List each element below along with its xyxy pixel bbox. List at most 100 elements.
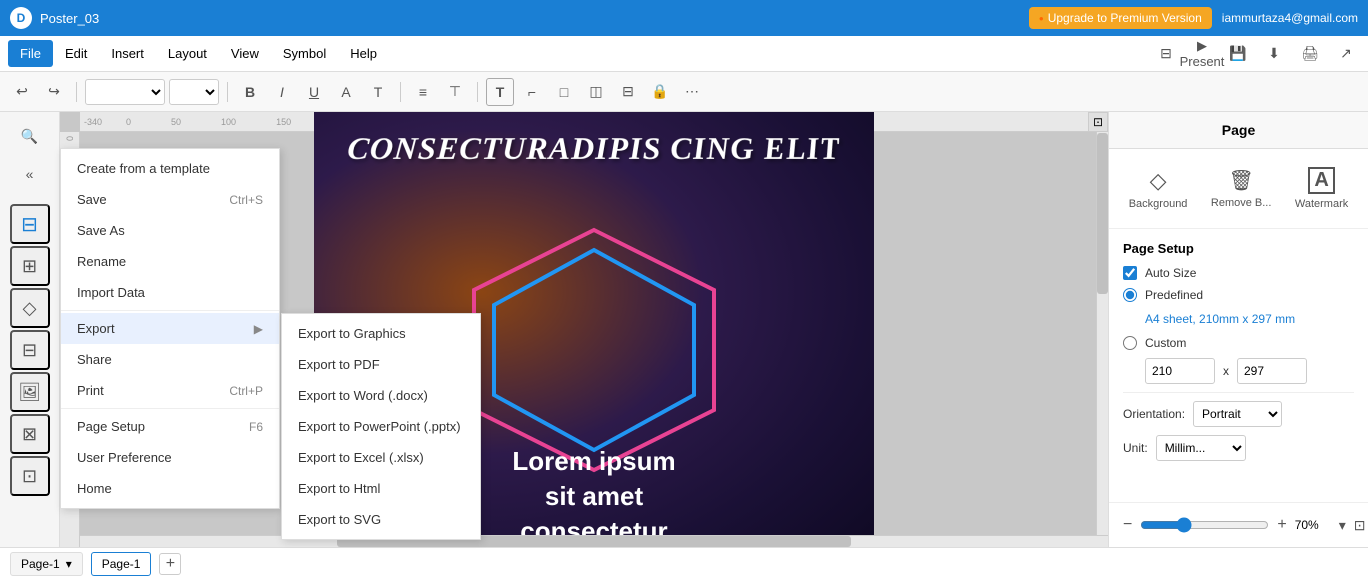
poster-title: CONSECTURADIPIS CING ELIT: [314, 130, 874, 166]
font-color-button[interactable]: A: [332, 78, 360, 106]
layers-sidebar-icon[interactable]: ⊟: [10, 204, 50, 244]
unit-select[interactable]: Millim... Inches Pixels: [1156, 435, 1246, 461]
connect-sidebar-icon[interactable]: ⊠: [10, 414, 50, 454]
fullscreen-button[interactable]: ⊡: [1354, 511, 1366, 539]
crop-tool-button[interactable]: ⌐: [518, 78, 546, 106]
text-tool-button[interactable]: T: [486, 78, 514, 106]
file-menu-home[interactable]: Home: [61, 473, 279, 504]
export-submenu: Export to Graphics Export to PDF Export …: [281, 313, 481, 540]
print-icon[interactable]: 🖨: [1296, 40, 1324, 68]
zoom-dropdown-button[interactable]: ▾: [1339, 511, 1346, 539]
share-icon[interactable]: ↗: [1332, 40, 1360, 68]
present-button[interactable]: ▶ Present: [1188, 40, 1216, 68]
font-size-select[interactable]: [169, 79, 219, 105]
file-menu-save-as[interactable]: Save As: [61, 215, 279, 246]
align-left-button[interactable]: ≡: [409, 78, 437, 106]
file-menu-page-setup[interactable]: Page Setup F6: [61, 411, 279, 442]
group-sidebar-icon[interactable]: ⊡: [10, 456, 50, 496]
scroll-thumb-v: [1097, 133, 1108, 294]
menu-symbol[interactable]: Symbol: [271, 40, 338, 67]
file-menu-print[interactable]: Print Ctrl+P: [61, 375, 279, 406]
more-button[interactable]: ⋯: [678, 78, 706, 106]
toolbar: ↩ ↪ B I U A T ≡ ⊤ T ⌐ □ ◫ ⊟ 🔒 ⋯: [0, 72, 1368, 112]
bold-button[interactable]: B: [236, 78, 264, 106]
image-sidebar-icon[interactable]: 🖼: [10, 372, 50, 412]
font-family-select[interactable]: [85, 79, 165, 105]
zoom-in-button[interactable]: +: [1277, 511, 1286, 539]
monitor-icon[interactable]: ⊟: [1152, 40, 1180, 68]
underline-button[interactable]: U: [300, 78, 328, 106]
export-to-word[interactable]: Export to Word (.docx): [282, 380, 480, 411]
zoom-slider[interactable]: [1140, 517, 1269, 533]
upgrade-button[interactable]: Upgrade to Premium Version: [1029, 7, 1212, 29]
align-top-button[interactable]: ⊤: [441, 78, 469, 106]
text-style-button[interactable]: T: [364, 78, 392, 106]
collapse-button[interactable]: «: [12, 156, 48, 192]
redo-button[interactable]: ↪: [40, 78, 68, 106]
zoom-out-button[interactable]: −: [1123, 511, 1132, 539]
database-sidebar-icon[interactable]: ⊟: [10, 330, 50, 370]
title-bar: D Poster_03 Upgrade to Premium Version i…: [0, 0, 1368, 36]
file-menu-export[interactable]: Export ▶: [61, 313, 279, 344]
undo-button[interactable]: ↩: [8, 78, 36, 106]
menu-help[interactable]: Help: [338, 40, 389, 67]
menu-insert[interactable]: Insert: [99, 40, 156, 67]
canvas-expand-button[interactable]: ⊡: [1088, 112, 1108, 132]
align-button[interactable]: ⊟: [614, 78, 642, 106]
page-tab-selector[interactable]: Page-1 ▾: [10, 552, 83, 576]
frame-button[interactable]: ◫: [582, 78, 610, 106]
remove-background-panel-icon[interactable]: 🗑 Remove B...: [1203, 162, 1280, 215]
panel-header: Page: [1109, 112, 1368, 149]
custom-radio[interactable]: [1123, 336, 1137, 350]
search-button[interactable]: 🔍: [12, 118, 48, 154]
hexagon-shape: [444, 220, 744, 480]
auto-size-label: Auto Size: [1145, 266, 1196, 280]
shapes-sidebar-icon[interactable]: ◇: [10, 288, 50, 328]
page-tab-page1[interactable]: Page-1: [91, 552, 152, 576]
zoom-level: 70%: [1295, 518, 1331, 532]
menu-layout[interactable]: Layout: [156, 40, 219, 67]
page-tab-label: Page-1: [21, 557, 60, 571]
page-setup-section: Page Setup Auto Size Predefined A4 sheet…: [1109, 229, 1368, 481]
file-menu-rename[interactable]: Rename: [61, 246, 279, 277]
predefined-row: Predefined: [1123, 288, 1354, 302]
file-menu-share[interactable]: Share: [61, 344, 279, 375]
export-to-graphics[interactable]: Export to Graphics: [282, 318, 480, 349]
width-input[interactable]: [1145, 358, 1215, 384]
auto-size-checkbox[interactable]: [1123, 266, 1137, 280]
unit-row: Unit: Millim... Inches Pixels: [1123, 435, 1354, 461]
horizontal-scrollbar[interactable]: [80, 535, 1108, 547]
save-icon[interactable]: 💾: [1224, 40, 1252, 68]
toolbar-separator-3: [400, 82, 401, 102]
vertical-scrollbar[interactable]: [1096, 132, 1108, 535]
file-menu-import[interactable]: Import Data: [61, 277, 279, 308]
file-menu-user-preference[interactable]: User Preference: [61, 442, 279, 473]
background-panel-icon[interactable]: ◇ Background: [1121, 162, 1196, 216]
export-to-excel[interactable]: Export to Excel (.xlsx): [282, 442, 480, 473]
file-menu-create-template[interactable]: Create from a template: [61, 153, 279, 184]
menu-file[interactable]: File: [8, 40, 53, 67]
file-menu: Create from a template Save Ctrl+S Save …: [60, 148, 280, 509]
app-logo: D: [10, 7, 32, 29]
lock-button[interactable]: 🔒: [646, 78, 674, 106]
export-to-svg[interactable]: Export to SVG: [282, 504, 480, 535]
orientation-select[interactable]: Portrait Landscape: [1193, 401, 1282, 427]
watermark-panel-icon[interactable]: A Watermark: [1287, 161, 1356, 216]
pages-sidebar-icon[interactable]: ⊞: [10, 246, 50, 286]
add-page-button[interactable]: +: [159, 553, 181, 575]
dimensions-row: x: [1145, 358, 1354, 384]
export-to-powerpoint[interactable]: Export to PowerPoint (.pptx): [282, 411, 480, 442]
paper-size-badge[interactable]: A4 sheet, 210mm x 297 mm: [1145, 310, 1354, 328]
export-to-html[interactable]: Export to Html: [282, 473, 480, 504]
shadow-button[interactable]: □: [550, 78, 578, 106]
menu-edit[interactable]: Edit: [53, 40, 99, 67]
auto-size-row: Auto Size: [1123, 266, 1354, 280]
panel-divider: [1123, 392, 1354, 393]
download-icon[interactable]: ⬇: [1260, 40, 1288, 68]
menu-view[interactable]: View: [219, 40, 271, 67]
italic-button[interactable]: I: [268, 78, 296, 106]
file-menu-save[interactable]: Save Ctrl+S: [61, 184, 279, 215]
height-input[interactable]: [1237, 358, 1307, 384]
export-to-pdf[interactable]: Export to PDF: [282, 349, 480, 380]
predefined-radio[interactable]: [1123, 288, 1137, 302]
